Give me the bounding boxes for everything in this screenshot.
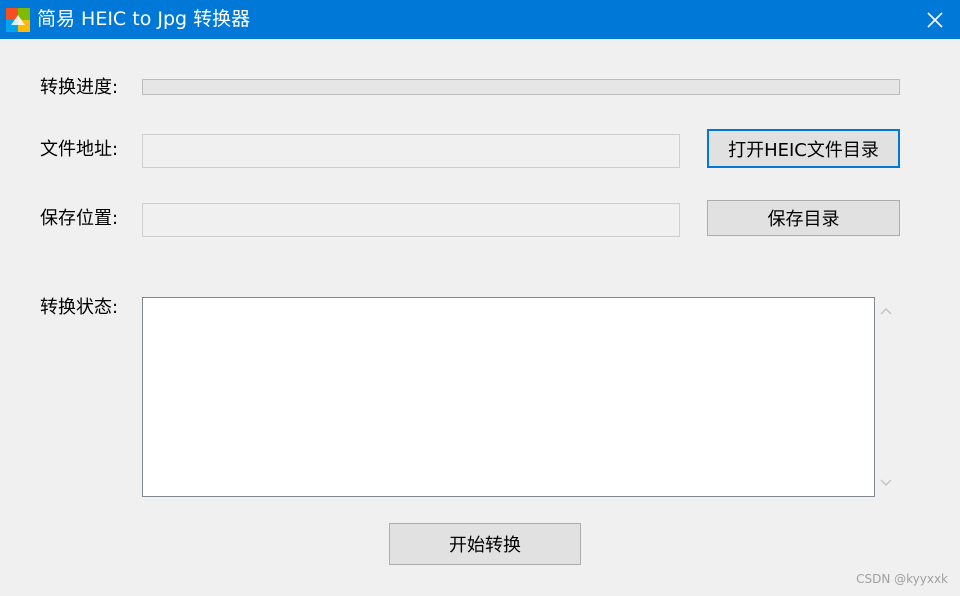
scroll-down-icon[interactable]	[876, 473, 896, 493]
app-window: 简易 HEIC to Jpg 转换器 转换进度: 文件地址: 打开HEIC文件目…	[0, 0, 960, 596]
status-textarea[interactable]	[142, 297, 875, 497]
window-title: 简易 HEIC to Jpg 转换器	[37, 8, 251, 30]
scroll-up-icon[interactable]	[876, 301, 896, 321]
status-scrollbar[interactable]	[876, 297, 896, 497]
save-path-label: 保存位置:	[40, 208, 119, 229]
app-icon	[6, 8, 30, 32]
status-label: 转换状态:	[40, 297, 119, 318]
file-path-field[interactable]	[142, 134, 680, 168]
start-convert-button[interactable]: 开始转换	[389, 523, 581, 565]
progress-label: 转换进度:	[40, 77, 119, 98]
file-path-label: 文件地址:	[40, 139, 119, 160]
save-path-field[interactable]	[142, 203, 680, 237]
open-heic-folder-button[interactable]: 打开HEIC文件目录	[707, 129, 900, 168]
save-folder-button[interactable]: 保存目录	[707, 200, 900, 236]
watermark: CSDN @kyyxxk	[856, 572, 948, 586]
close-button[interactable]	[912, 0, 958, 39]
close-icon	[927, 11, 943, 28]
progress-bar	[142, 79, 900, 95]
title-bar[interactable]: 简易 HEIC to Jpg 转换器	[0, 0, 960, 39]
